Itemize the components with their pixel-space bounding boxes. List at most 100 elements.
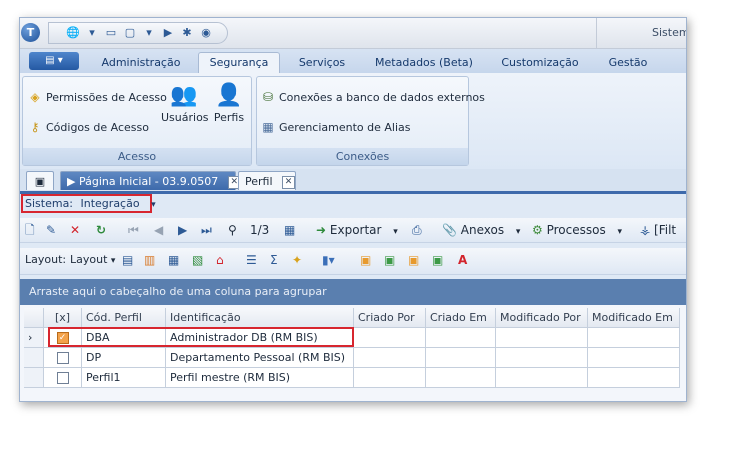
filtro-button[interactable]: ⚶ [Filt: [640, 222, 676, 238]
print-icon[interactable]: ⎙: [412, 222, 422, 238]
column-header-criado-por[interactable]: Criado Por: [354, 308, 426, 328]
gerenciamento-alias-label: Gerenciamento de Alias: [279, 120, 411, 134]
run-icon[interactable]: ▶: [160, 26, 176, 40]
close-icon[interactable]: ✕: [282, 175, 296, 189]
columns-icon[interactable]: ☰: [246, 252, 257, 268]
row-checkbox-cell: [44, 348, 82, 368]
help-icon[interactable]: ◉: [198, 26, 214, 40]
app-orb-button[interactable]: T: [21, 23, 40, 42]
globe-icon[interactable]: 🌐: [65, 26, 81, 40]
perfis-button[interactable]: 👤 Perfis: [211, 81, 247, 124]
chevron-down-icon: ▾: [617, 227, 623, 237]
window-icon[interactable]: ▭: [103, 26, 119, 40]
system-title: Sistem: [652, 26, 687, 39]
data-grid: [x] Cód. Perfil Identificação Criado Por…: [20, 305, 686, 401]
last-record-icon[interactable]: ⏭: [201, 222, 212, 238]
codigos-acesso-button[interactable]: ⚷ Códigos de Acesso: [28, 120, 149, 134]
table-row[interactable]: Perfil1 Perfil mestre (RM BIS): [20, 368, 686, 388]
row-indicator: [24, 368, 44, 388]
tab-administracao[interactable]: Administração: [92, 53, 190, 73]
chevron-down-icon: ▾: [110, 256, 116, 266]
tab-customizacao[interactable]: Customização: [492, 53, 588, 73]
layout-load-icon[interactable]: ▥: [144, 252, 155, 268]
layout-home-icon[interactable]: ⌂: [216, 252, 224, 268]
refresh-icon[interactable]: ↻: [96, 222, 106, 238]
sistema-selector[interactable]: Sistema: Integração ▾: [21, 194, 156, 213]
exportar-button[interactable]: ➜ Exportar ▾: [316, 222, 398, 238]
alias-icon: ▦: [262, 120, 274, 134]
dropdown-arrow-icon[interactable]: ▾: [84, 26, 100, 40]
ribbon-group-acesso: ◈ Permissões de Acesso ⚷ Códigos de Aces…: [22, 76, 252, 166]
column-header-modificado-em[interactable]: Modificado Em: [588, 308, 680, 328]
tab-gestao[interactable]: Gestão: [600, 53, 656, 73]
highlight-icon-2[interactable]: ▣: [384, 252, 395, 268]
binoculars-icon[interactable]: ⚲: [228, 222, 237, 238]
cell-identificacao: Departamento Pessoal (RM BIS): [166, 348, 354, 368]
conexoes-externos-button[interactable]: ⛁ Conexões a banco de dados externos: [261, 90, 485, 104]
layout-toolbar: Layout: Layout ▾ ▤ ▥ ▦ ▧ ⌂ ☰ Σ ✦ ▮▾ ▣ ▣ …: [20, 248, 686, 275]
row-checkbox[interactable]: [56, 352, 69, 364]
cell-criado-em: [426, 368, 496, 388]
new-record-icon[interactable]: 🗋: [25, 222, 35, 238]
gerenciamento-alias-button[interactable]: ▦ Gerenciamento de Alias: [261, 120, 411, 134]
sistema-label: Sistema:: [25, 197, 74, 210]
highlight-icon-4[interactable]: ▣: [432, 252, 443, 268]
processos-button[interactable]: ⚙ Processos ▾: [532, 222, 622, 238]
file-menu-button[interactable]: ▤ ▾: [29, 52, 79, 70]
ribbon-group-conexoes: ⛁ Conexões a banco de dados externos ▦ G…: [256, 76, 485, 166]
layout-save-icon[interactable]: ▤: [122, 252, 133, 268]
tab-pagina-inicial[interactable]: ▶ Página Inicial - 03.9.0507 ✕: [60, 171, 241, 190]
sum-icon[interactable]: Σ: [270, 252, 278, 268]
permissions-icon: ◈: [30, 90, 40, 104]
layout-export-icon[interactable]: ▧: [192, 252, 203, 268]
tab-seguranca[interactable]: Segurança: [198, 52, 280, 74]
window-list-icon[interactable]: ▢: [122, 26, 138, 40]
font-color-icon[interactable]: A: [458, 252, 467, 268]
column-header-cod-perfil[interactable]: Cód. Perfil: [82, 308, 166, 328]
layout-grid-icon[interactable]: ▦: [168, 252, 179, 268]
tab-servicos[interactable]: Serviços: [286, 53, 358, 73]
tab-metadados[interactable]: Metadados (Beta): [370, 53, 478, 73]
table-row[interactable]: DP Departamento Pessoal (RM BIS): [20, 348, 686, 368]
column-header-select[interactable]: [x]: [44, 308, 82, 328]
column-header-criado-em[interactable]: Criado Em: [426, 308, 496, 328]
tab-perfil-label: Perfil: [245, 175, 273, 188]
highlight-icon-1[interactable]: ▣: [360, 252, 371, 268]
main-toolbar: 🗋 ✎ ✕ ↻ ⏮ ◀ ▶ ⏭ ⚲ 1/3 ▦ ➜ Exportar ▾ ⎙ 📎…: [20, 218, 686, 243]
permissoes-acesso-button[interactable]: ◈ Permissões de Acesso: [28, 90, 167, 104]
filter-editor-icon[interactable]: ✦: [292, 252, 302, 268]
anexos-label: Anexos: [460, 223, 505, 237]
edit-icon[interactable]: ✎: [46, 222, 56, 238]
row-checkbox-cell: [44, 368, 82, 388]
cell-criado-por: [354, 348, 426, 368]
cell-criado-por: [354, 328, 426, 348]
delete-icon[interactable]: ✕: [70, 222, 80, 238]
next-record-icon[interactable]: ▶: [178, 222, 187, 238]
calendar-icon[interactable]: ▦: [284, 222, 295, 238]
cell-modificado-por: [496, 328, 588, 348]
highlight-icon-3[interactable]: ▣: [408, 252, 419, 268]
layout-dropdown[interactable]: Layout ▾: [70, 252, 115, 268]
selection-highlight: [48, 327, 354, 347]
document-tabs: ▣ ▶ Página Inicial - 03.9.0507 ✕ Perfil …: [20, 169, 686, 192]
previous-record-icon[interactable]: ◀: [154, 222, 163, 238]
cell-criado-em: [426, 348, 496, 368]
cell-modificado-em: [588, 368, 680, 388]
tab-list-icon: ▣: [34, 175, 46, 188]
page-counter: 1/3: [250, 223, 270, 237]
first-record-icon[interactable]: ⏮: [128, 222, 139, 238]
filter-icon: ⚶: [640, 223, 651, 237]
usuarios-button[interactable]: 👥 Usuários: [161, 81, 209, 124]
row-checkbox[interactable]: [56, 372, 69, 384]
group-by-panel[interactable]: Arraste aqui o cabeçalho de uma coluna p…: [20, 279, 686, 305]
anexos-button[interactable]: 📎 Anexos ▾: [442, 222, 520, 238]
tab-list-button[interactable]: ▣: [26, 171, 54, 190]
cell-cod-perfil: Perfil1: [82, 368, 166, 388]
tab-perfil[interactable]: Perfil ✕: [238, 171, 296, 190]
column-header-modificado-por[interactable]: Modificado Por: [496, 308, 588, 328]
chart-icon[interactable]: ▮▾: [322, 252, 335, 268]
column-header-identificacao[interactable]: Identificação: [166, 308, 354, 328]
tools-icon[interactable]: ✱: [179, 26, 195, 40]
profile-icon: 👤: [215, 83, 243, 108]
dropdown-arrow-icon[interactable]: ▾: [141, 26, 157, 40]
